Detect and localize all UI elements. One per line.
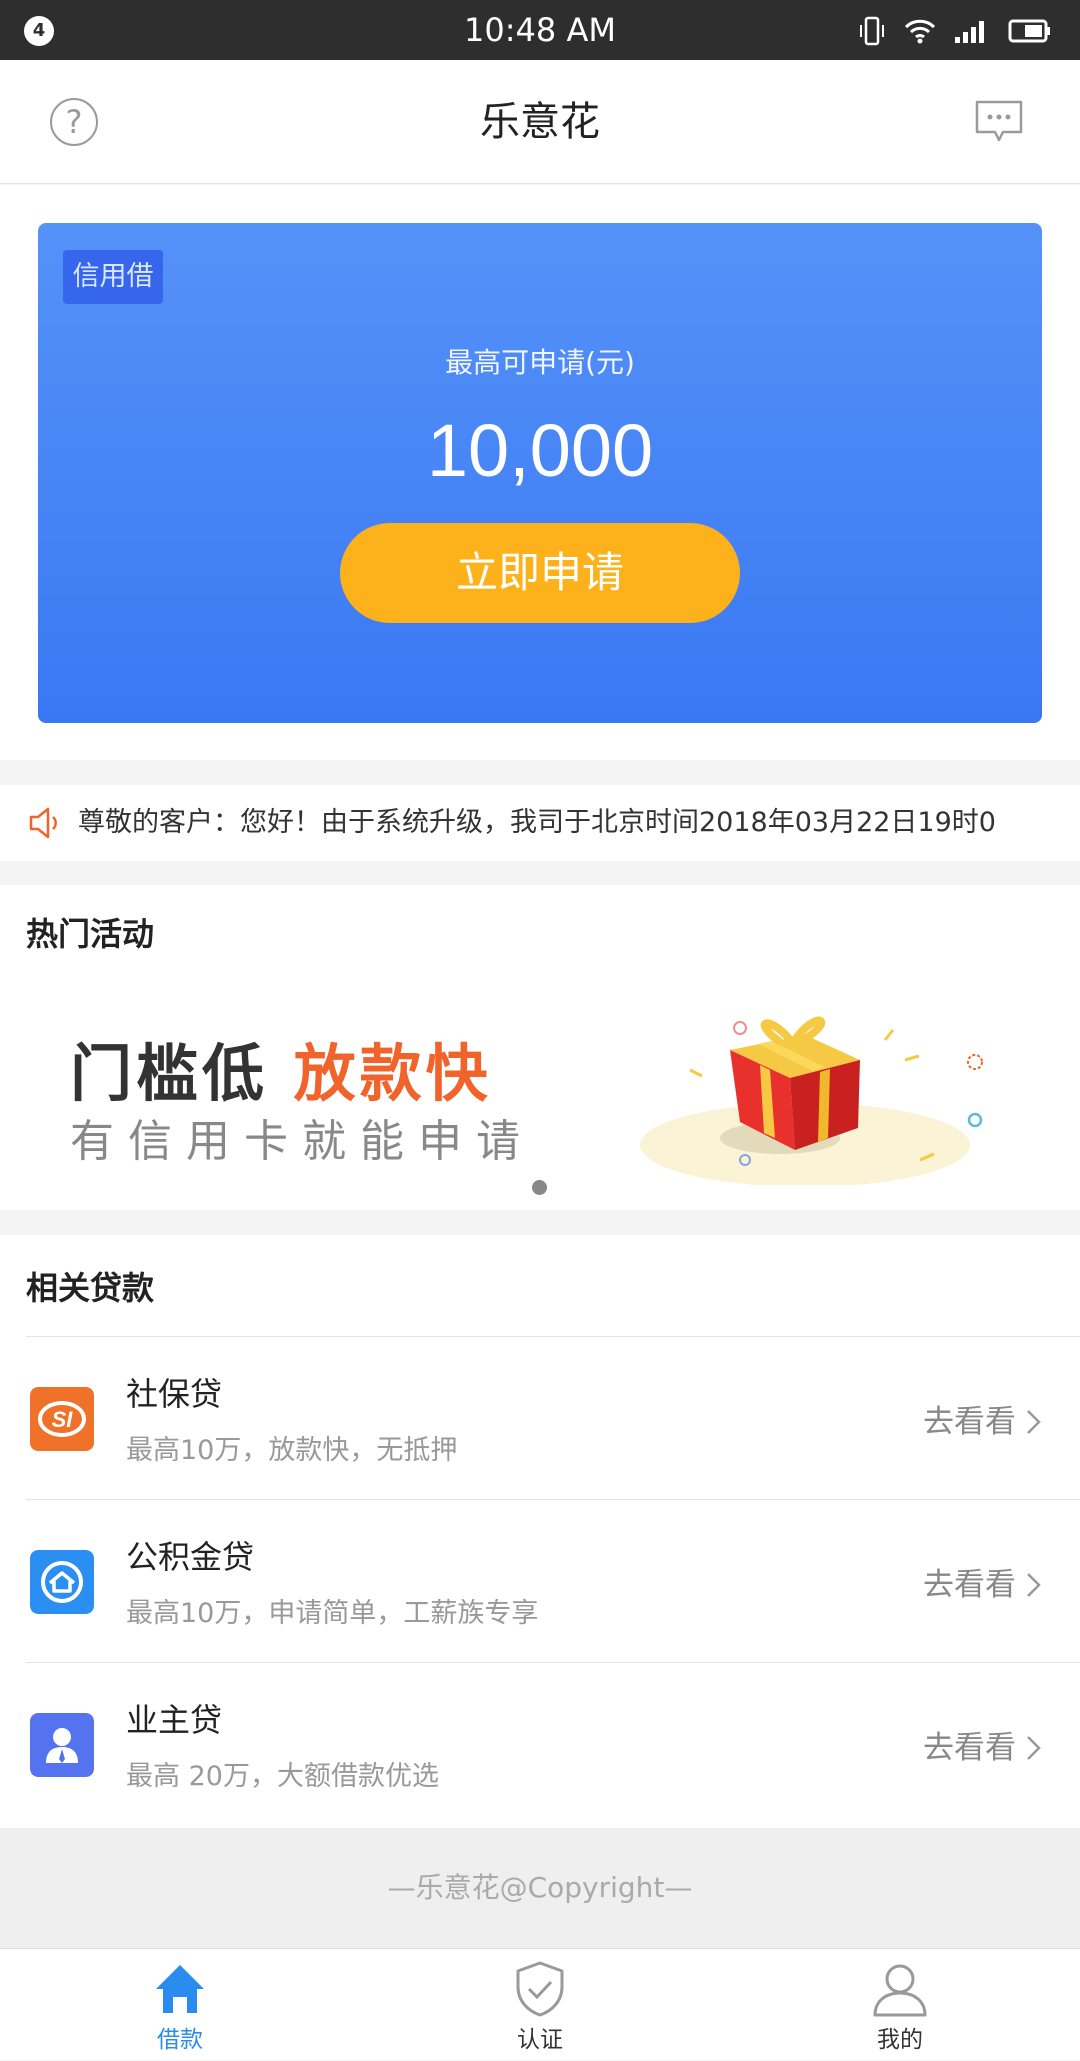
tab-label: 我的: [877, 2027, 923, 2053]
loan-item-owner[interactable]: 业主贷 最高 20万，大额借款优选 去看看: [0, 1663, 1080, 1826]
section-title-loans: 相关贷款: [26, 1269, 155, 1307]
chevron-right-icon: [1027, 1736, 1041, 1760]
credit-type-tag: 信用借: [63, 250, 163, 304]
view-link[interactable]: 去看看: [923, 1399, 1016, 1445]
notice-marquee[interactable]: 尊敬的客户：您好！由于系统升级，我司于北京时间2018年03月22日19时0: [0, 785, 1080, 861]
apply-now-button[interactable]: 立即申请: [340, 523, 740, 623]
loan-description: 最高10万，放款快，无抵押: [126, 1435, 458, 1466]
tab-label: 认证: [517, 2027, 563, 2053]
banner-headline-part2: 放款快: [293, 1037, 492, 1110]
speaker-icon: [29, 807, 57, 839]
hot-activity-section: 热门活动 门槛低 放款快 有信用卡就能申请: [0, 885, 1080, 1210]
loan-item-social-security[interactable]: SI 社保贷 最高10万，放款快，无抵押 去看看: [0, 1337, 1080, 1500]
loan-description: 最高 20万，大额借款优选: [126, 1761, 439, 1792]
tab-mine[interactable]: 我的: [800, 1949, 1000, 2061]
tab-label: 借款: [157, 2027, 203, 2053]
loan-name: 业主贷: [126, 1701, 223, 1739]
banner-headline-part1: 门槛低: [70, 1037, 269, 1110]
user-icon: [873, 1964, 927, 2017]
tab-verification[interactable]: 认证: [440, 1949, 640, 2061]
shield-check-icon: [516, 1961, 564, 2017]
chevron-right-icon: [1027, 1573, 1041, 1597]
copyright-text: —乐意花@Copyright—: [387, 1871, 693, 1904]
wifi-icon: [904, 19, 936, 44]
page-title: 乐意花: [480, 99, 600, 145]
loan-item-housing-fund[interactable]: 公积金贷 最高10万，申请简单，工薪族专享 去看看: [0, 1500, 1080, 1663]
navigation-bar: ? 乐意花: [0, 60, 1080, 184]
view-link[interactable]: 去看看: [923, 1725, 1016, 1771]
signal-icon: [955, 21, 984, 43]
owner-icon: [30, 1713, 94, 1777]
max-amount-label: 最高可申请(元): [445, 346, 635, 379]
loan-description: 最高10万，申请简单，工薪族专享: [126, 1598, 539, 1629]
loan-name: 公积金贷: [126, 1538, 255, 1576]
status-bar: 4 10:48 AM: [0, 0, 1080, 60]
chevron-right-icon: [1027, 1410, 1041, 1434]
battery-icon: [1008, 19, 1050, 43]
message-button[interactable]: [975, 100, 1023, 144]
status-icons: [858, 14, 1052, 48]
max-amount-value: 10,000: [426, 409, 654, 492]
housing-fund-icon: [30, 1550, 94, 1614]
loan-name: 社保贷: [126, 1375, 223, 1413]
related-loans-section: 相关贷款 SI 社保贷 最高10万，放款快，无抵押 去看看 公积金贷 最高10万…: [0, 1235, 1080, 1828]
banner-headline: 门槛低 放款快: [70, 1037, 492, 1111]
banner-subtitle: 有信用卡就能申请: [70, 1116, 534, 1167]
svg-text:SI: SI: [52, 1407, 74, 1432]
home-icon: [156, 1965, 204, 2013]
view-link[interactable]: 去看看: [923, 1562, 1016, 1608]
section-title-activity: 热门活动: [26, 915, 155, 953]
tab-loan[interactable]: 借款: [80, 1949, 280, 2061]
credit-card: 信用借 最高可申请(元) 10,000 立即申请: [38, 223, 1042, 723]
footer: —乐意花@Copyright—: [0, 1828, 1080, 1948]
bottom-tab-bar: 借款 认证 我的: [0, 1948, 1080, 2060]
gift-box-illustration: [640, 1016, 983, 1185]
carousel-indicator[interactable]: [532, 1180, 547, 1195]
vibrate-icon: [860, 16, 884, 46]
notice-text: 尊敬的客户：您好！由于系统升级，我司于北京时间2018年03月22日19时0: [78, 807, 996, 838]
social-security-icon: SI: [30, 1387, 94, 1451]
credit-section: 信用借 最高可申请(元) 10,000 立即申请: [0, 185, 1080, 760]
